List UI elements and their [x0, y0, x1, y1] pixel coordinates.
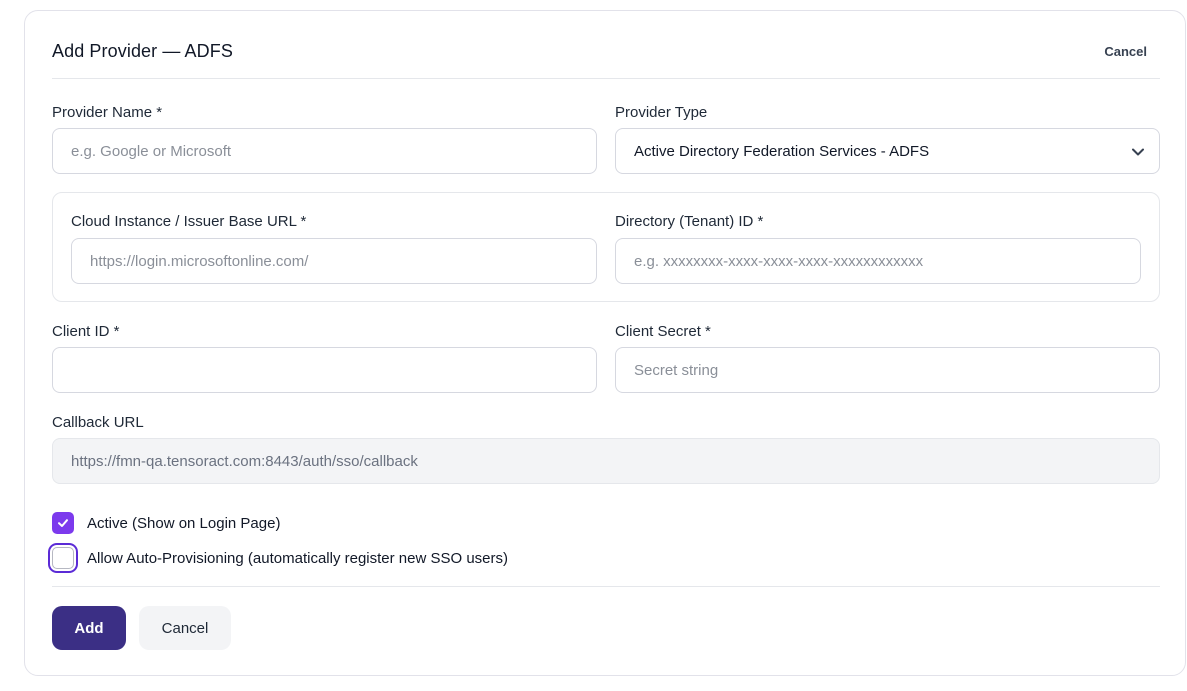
client-id-label: Client ID *: [52, 323, 120, 340]
add-button[interactable]: Add: [52, 606, 126, 650]
page-title: Add Provider — ADFS: [52, 41, 233, 61]
client-id-input[interactable]: [52, 347, 597, 393]
client-secret-label: Client Secret *: [615, 323, 711, 340]
issuer-base-url-label: Cloud Instance / Issuer Base URL *: [71, 213, 307, 230]
chevron-down-icon: [1132, 148, 1144, 156]
provider-name-label: Provider Name *: [52, 104, 163, 121]
checkmark-icon: [58, 519, 68, 527]
footer-divider: [52, 586, 1160, 587]
provider-type-selected-value: Active Directory Federation Services - A…: [634, 142, 930, 160]
issuer-base-url-input[interactable]: [71, 238, 597, 284]
tenant-id-input[interactable]: [615, 238, 1141, 284]
card-header: Add Provider — ADFS Cancel: [52, 11, 1160, 79]
active-checkbox[interactable]: [52, 512, 74, 534]
active-checkbox-row[interactable]: Active (Show on Login Page): [47, 509, 280, 537]
provider-name-input[interactable]: [52, 128, 597, 174]
auto-provisioning-checkbox-label: Allow Auto-Provisioning (automatically r…: [87, 549, 509, 567]
auto-provisioning-checkbox-row[interactable]: Allow Auto-Provisioning (automatically r…: [47, 544, 508, 572]
callback-url-field[interactable]: [52, 438, 1160, 484]
provider-type-label: Provider Type: [615, 104, 708, 121]
tenant-id-label: Directory (Tenant) ID *: [615, 213, 764, 230]
auto-provisioning-checkbox[interactable]: [52, 547, 74, 569]
add-provider-card: Add Provider — ADFS Cancel Provider Name…: [24, 10, 1186, 676]
header-cancel-button[interactable]: Cancel: [1104, 44, 1147, 59]
callback-url-label: Callback URL: [52, 414, 144, 431]
provider-type-select[interactable]: Active Directory Federation Services - A…: [615, 128, 1160, 174]
client-secret-input[interactable]: [615, 347, 1160, 393]
cancel-button[interactable]: Cancel: [139, 606, 231, 650]
active-checkbox-label: Active (Show on Login Page): [87, 514, 281, 532]
